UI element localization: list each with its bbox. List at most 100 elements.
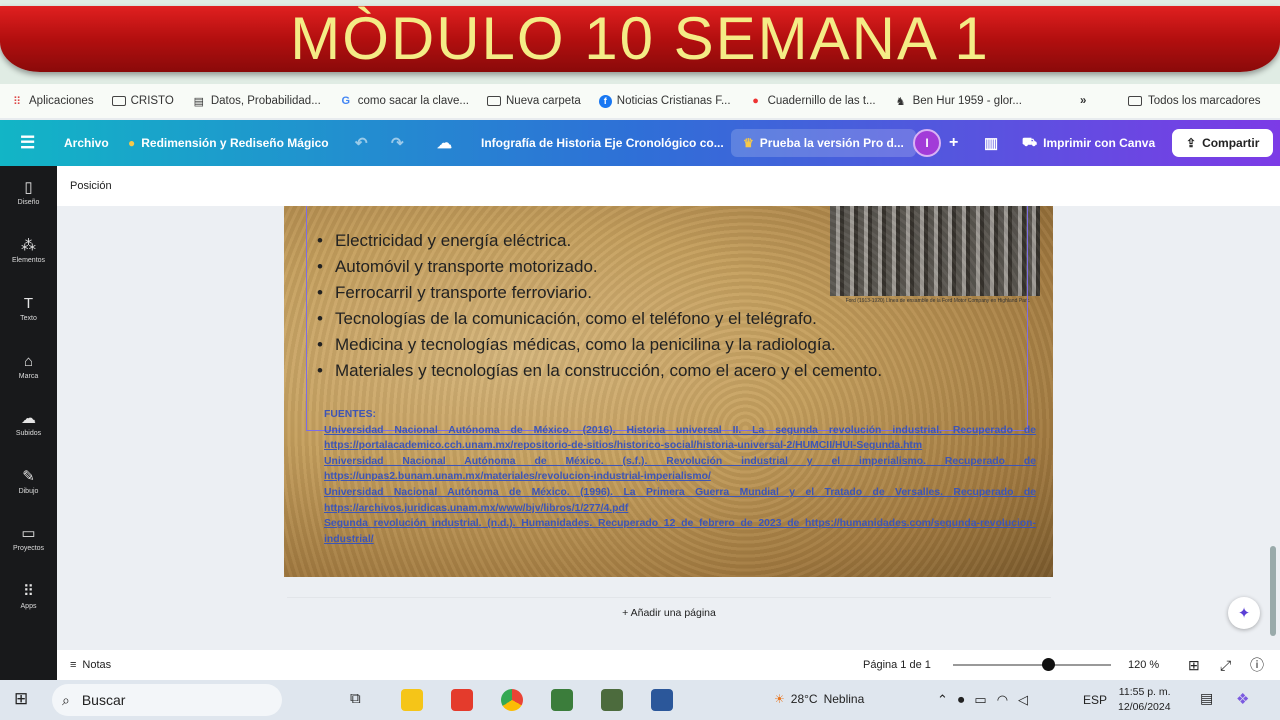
sources-title: FUENTES: [324,409,376,420]
app-icon[interactable] [601,689,623,711]
bookmark-noticias[interactable]: f Noticias Cristianas F... [598,94,731,108]
bookmark-cristo[interactable]: CRISTO [111,95,174,107]
task-view-icon[interactable]: ⧉ [350,690,361,707]
google-icon: G [341,95,351,107]
source-entry[interactable]: Universidad Nacional Autónoma de México.… [324,454,1036,485]
bookmark-datos[interactable]: ▤ Datos, Probabilidad... [192,95,321,108]
position-button[interactable]: Posición [70,180,112,192]
design-page[interactable]: Ford (1913-1920) Línea de ensamble de la… [284,206,1053,577]
zoom-level[interactable]: 120 % [1128,659,1159,671]
bookmark-clave[interactable]: Gcomo sacar la clave... [339,95,470,107]
system-tray[interactable]: ⌃ ⏺ ▭ ◠ ◁ [937,692,1028,708]
vertical-scrollbar[interactable] [1270,546,1276,636]
page-counter[interactable]: Página 1 de 1 [863,659,931,671]
list-item: Ferrocarril y transporte ferroviario. [317,280,882,306]
banner-title: MÒDULO 10 SEMANA 1 [290,5,990,72]
list-item: Tecnologías de la comunicación, como el … [317,306,882,332]
crown-icon: ♛ [743,136,754,150]
left-rail: ▯ Diseño ⁂ Elementos T Texto ⌂ Marca ☁ Subido… [0,166,57,680]
sources-block[interactable]: FUENTES: Universidad Nacional Autónoma d… [324,407,1036,547]
notes-icon: ≡ [70,659,77,671]
analytics-icon[interactable]: ▥ [984,134,998,152]
bookmark-nueva-carpeta[interactable]: Nueva carpeta [487,95,581,107]
context-toolbar: Posición [57,166,1280,206]
more-bookmarks-button[interactable]: » [1080,95,1086,107]
grid-view-icon[interactable]: ⊞ [1188,657,1200,674]
magic-resize-button[interactable]: ● Redimensión y Rediseño Mágico [128,136,329,150]
all-bookmarks-button[interactable]: Todos los marcadores [1128,95,1261,107]
add-page-button[interactable]: + Añadir una página [287,597,1051,627]
cloud-upload-icon: ☁ [21,410,36,427]
site-icon: ● [752,95,759,107]
try-pro-button[interactable]: ♛ Prueba la versión Pro d... [731,129,916,157]
list-item: Electricidad y energía eléctrica. [317,228,882,254]
grid-icon: ⠿ [23,583,34,600]
bullet-list[interactable]: Electricidad y energía eléctrica. Automó… [317,228,882,384]
share-button[interactable]: ⇪ Compartir [1172,129,1274,157]
weather-widget[interactable]: ☀ 28°C Neblina [774,692,864,706]
rail-apps[interactable]: ⠿ Apps [0,583,57,611]
rail-brand[interactable]: ⌂ Marca [0,353,57,381]
folder-icon: ▭ [21,525,36,542]
bookmark-cuadernillo[interactable]: ● Cuadernillo de las t... [749,95,875,107]
cloud-save-icon[interactable]: ☁ [437,134,452,152]
source-entry[interactable]: Universidad Nacional Autónoma de México.… [324,485,1036,516]
document-title[interactable]: Infografía de Historia Eje Cronológico c… [481,136,724,150]
taskbar-search[interactable]: ⌕ Buscar [52,684,282,716]
magic-assistant-icon[interactable]: ✦ [1228,597,1260,629]
folder-icon [111,96,126,106]
mic-icon: ⏺ [957,692,965,707]
windows-taskbar: ⊞ ⌕ Buscar ⧉ ☀ 28°C Neblina ⌃ ⏺ ▭ ◠ ◁ ESP… [0,680,1280,720]
source-entry[interactable]: Universidad Nacional Autónoma de México.… [324,423,1036,454]
rail-draw[interactable]: ✎ Dibujo [0,468,57,496]
shapes-icon: ⁂ [21,237,36,254]
battery-icon: ▭ [974,692,987,707]
help-icon[interactable]: ⓘ [1250,655,1264,675]
clock[interactable]: 11:55 p. m. 12/06/2024 [1118,685,1171,715]
redo-icon[interactable]: ↷ [391,134,404,152]
site-icon: ♞ [895,95,906,108]
copilot-icon[interactable]: ❖ [1236,690,1249,708]
notes-button[interactable]: ≡ Notas [70,659,111,671]
undo-icon[interactable]: ↶ [355,134,368,152]
word-icon[interactable] [651,689,673,711]
menu-icon[interactable]: ☰ [20,133,35,153]
up-arrow-icon: ⌃ [937,692,948,707]
chrome-icon[interactable] [501,689,523,711]
notifications-icon[interactable]: ▤ [1200,690,1213,707]
list-item: Medicina y tecnologías médicas, como la … [317,332,882,358]
upload-icon: ⇪ [1186,136,1197,150]
zoom-slider-handle[interactable] [1041,658,1055,671]
rail-elements[interactable]: ⁂ Elementos [0,237,57,265]
windows-start-icon[interactable]: ⊞ [14,689,28,709]
apps-grid-icon: ⠿ [12,95,22,108]
list-item: Automóvil y transporte motorizado. [317,254,882,280]
rail-projects[interactable]: ▭ Proyectos [0,525,57,553]
rail-text[interactable]: T Texto [0,295,57,323]
add-collaborator-button[interactable]: + [949,134,958,152]
file-menu[interactable]: Archivo [64,136,109,150]
print-with-canva-button[interactable]: ⛟ Imprimir con Canva [1022,135,1155,151]
user-avatar[interactable]: I [913,129,941,157]
editor-toolbar: ☰ Archivo ● Redimensión y Rediseño Mágico… [0,120,1280,166]
bookmarks-bar: ⠿ Aplicaciones CRISTO ▤ Datos, Probabilida… [0,84,1280,118]
zoom-slider-track[interactable] [953,664,1111,666]
file-explorer-icon[interactable] [401,689,423,711]
language-indicator[interactable]: ESP [1083,693,1107,707]
source-entry[interactable]: Segunda revolución industrial. (n.d.). H… [324,516,1036,547]
bookmark-ben-hur[interactable]: ♞ Ben Hur 1959 - glor... [894,95,1022,108]
office-icon[interactable] [451,689,473,711]
text-icon: T [23,295,34,312]
app-icon[interactable] [551,689,573,711]
title-banner: MÒDULO 10 SEMANA 1 [0,6,1280,72]
title-banner-area: MÒDULO 10 SEMANA 1 [0,0,1280,84]
folder-icon [487,96,501,106]
status-bar: ≡ Notas Página 1 de 1 120 % ⊞ ⤢ ⓘ [57,650,1280,680]
bookmark-apps[interactable]: ⠿ Aplicaciones [10,95,94,108]
rail-uploads[interactable]: ☁ Subidos [0,410,57,438]
page-icon: ▤ [193,95,205,108]
rail-design[interactable]: ▯ Diseño [0,180,57,207]
fullscreen-icon[interactable]: ⤢ [1220,657,1231,674]
pen-icon: ✎ [22,468,35,485]
brand-icon: ⌂ [23,353,34,370]
